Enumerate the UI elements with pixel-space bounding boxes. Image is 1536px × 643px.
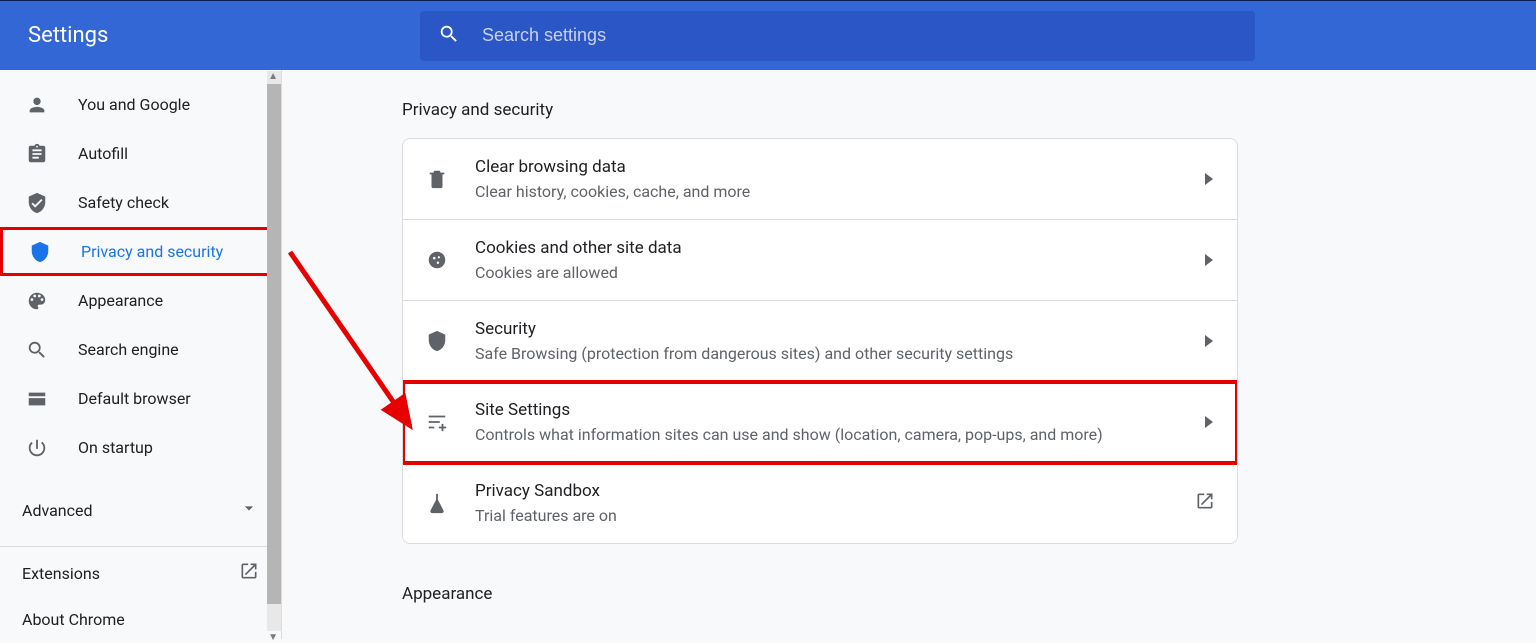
scroll-down-arrow[interactable]: ▼ [268,633,278,643]
scrollbar-thumb[interactable] [267,84,281,604]
sidebar-item-label: Search engine [78,340,179,359]
sidebar-advanced[interactable]: Advanced [0,484,281,536]
sidebar-item-label: Safety check [78,193,169,212]
privacy-card: Clear browsing data Clear history, cooki… [402,138,1238,544]
row-title: Cookies and other site data [475,236,1179,260]
section-title-privacy: Privacy and security [282,100,1536,120]
scroll-up-arrow[interactable]: ▲ [268,72,278,82]
open-in-new-icon [1195,491,1215,515]
row-title: Site Settings [475,398,1179,422]
row-title: Privacy Sandbox [475,479,1169,503]
chevron-right-icon [1205,332,1215,351]
page-title: Settings [28,23,420,48]
sidebar-item-label: Autofill [78,144,128,163]
sidebar-advanced-label: Advanced [22,501,93,520]
sidebar-about-chrome[interactable]: About Chrome [0,599,281,639]
row-subtitle: Trial features are on [475,505,1169,527]
search-box[interactable] [420,11,1255,61]
search-icon [26,339,48,361]
row-subtitle: Cookies are allowed [475,262,1179,284]
chevron-down-icon [239,498,259,522]
sidebar-item-label: Privacy and security [81,242,223,261]
sidebar-extensions[interactable]: Extensions [0,547,281,599]
trash-icon [425,168,449,190]
power-icon [26,437,48,459]
sidebar-item-search-engine[interactable]: Search engine [0,325,281,374]
sidebar-item-you-and-google[interactable]: You and Google [0,80,281,129]
sidebar: ▲ ▼ You and Google Autofill Safety check… [0,70,282,639]
open-in-new-icon [239,561,259,585]
main-content: Privacy and security Clear browsing data… [282,70,1536,639]
search-icon [438,23,460,49]
row-cookies[interactable]: Cookies and other site data Cookies are … [403,220,1237,301]
row-subtitle: Safe Browsing (protection from dangerous… [475,343,1179,365]
flask-icon [425,492,449,514]
row-clear-browsing-data[interactable]: Clear browsing data Clear history, cooki… [403,139,1237,220]
sidebar-item-autofill[interactable]: Autofill [0,129,281,178]
row-privacy-sandbox[interactable]: Privacy Sandbox Trial features are on [403,463,1237,543]
sidebar-item-safety-check[interactable]: Safety check [0,178,281,227]
sidebar-item-label: You and Google [78,95,190,114]
shield-check-icon [26,192,48,214]
section-title-appearance: Appearance [282,584,1536,604]
row-title: Clear browsing data [475,155,1179,179]
chevron-right-icon [1205,170,1215,189]
person-icon [26,94,48,116]
chevron-right-icon [1205,251,1215,270]
tune-icon [425,411,449,433]
search-input[interactable] [480,24,1237,47]
sidebar-item-appearance[interactable]: Appearance [0,276,281,325]
cookie-icon [425,249,449,271]
row-title: Security [475,317,1179,341]
sidebar-about-label: About Chrome [22,610,125,629]
shield-icon [29,241,51,263]
row-subtitle: Controls what information sites can use … [475,424,1179,446]
palette-icon [26,290,48,312]
header: Settings [0,0,1536,70]
sidebar-item-on-startup[interactable]: On startup [0,423,281,472]
sidebar-item-label: Default browser [78,389,191,408]
shield-icon [425,330,449,352]
row-security[interactable]: Security Safe Browsing (protection from … [403,301,1237,382]
row-subtitle: Clear history, cookies, cache, and more [475,181,1179,203]
clipboard-icon [26,143,48,165]
browser-icon [26,388,48,410]
sidebar-item-label: Appearance [78,291,163,310]
sidebar-item-default-browser[interactable]: Default browser [0,374,281,423]
sidebar-item-label: On startup [78,438,153,457]
row-site-settings[interactable]: Site Settings Controls what information … [403,382,1237,463]
chevron-right-icon [1205,413,1215,432]
sidebar-extensions-label: Extensions [22,564,100,583]
sidebar-item-privacy-and-security[interactable]: Privacy and security [0,227,281,276]
